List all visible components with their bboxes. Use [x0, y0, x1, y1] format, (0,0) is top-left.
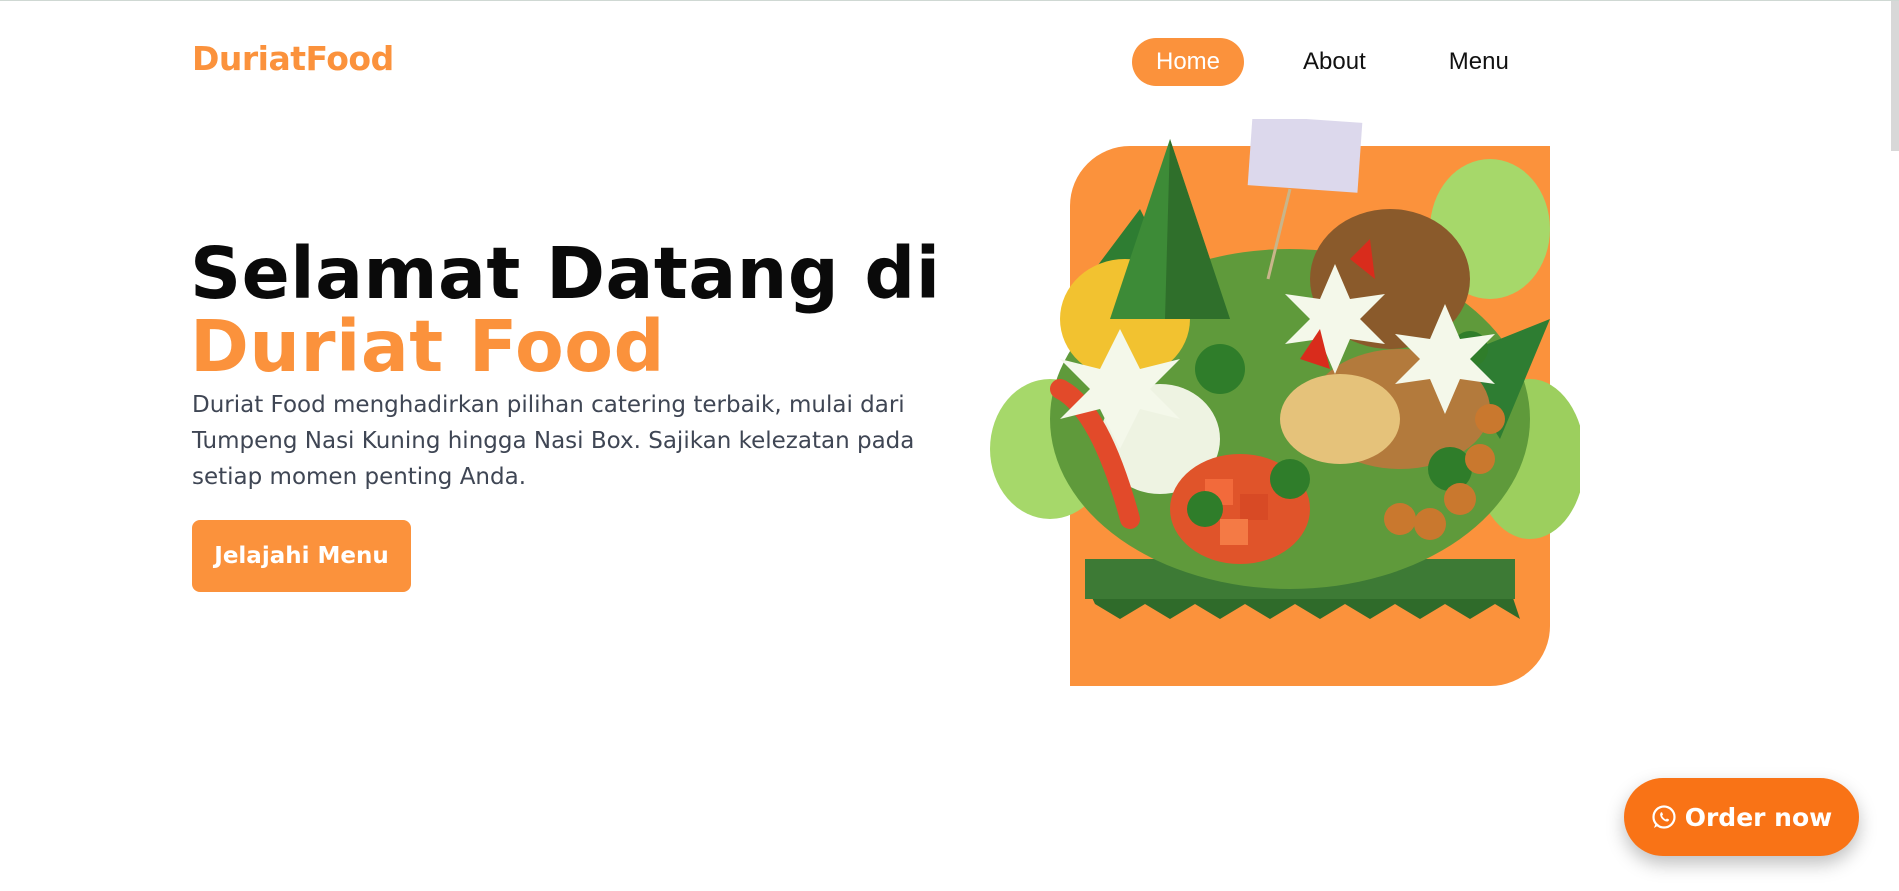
nav-menu[interactable]: Menu: [1425, 38, 1533, 86]
main-nav: Home About Menu: [1132, 38, 1533, 86]
order-now-button[interactable]: Order now: [1624, 778, 1859, 856]
page-scrollbar[interactable]: [1891, 1, 1899, 151]
hero-title: Selamat Datang di Duriat Food: [190, 237, 941, 383]
order-now-label: Order now: [1684, 802, 1833, 832]
page: DuriatFood Home About Menu Selamat Datan…: [0, 0, 1899, 891]
hero-description: Duriat Food menghadirkan pilihan caterin…: [192, 392, 915, 490]
whatsapp-icon: [1651, 804, 1677, 830]
nav-about[interactable]: About: [1279, 38, 1390, 86]
nav-home[interactable]: Home: [1132, 38, 1245, 86]
hero-title-brand: Duriat Food: [190, 305, 665, 388]
tumpeng-food-image: [990, 119, 1580, 619]
site-logo[interactable]: DuriatFood: [192, 39, 394, 78]
hero-title-line1: Selamat Datang di: [190, 232, 941, 315]
explore-menu-button[interactable]: Jelajahi Menu: [192, 520, 411, 592]
